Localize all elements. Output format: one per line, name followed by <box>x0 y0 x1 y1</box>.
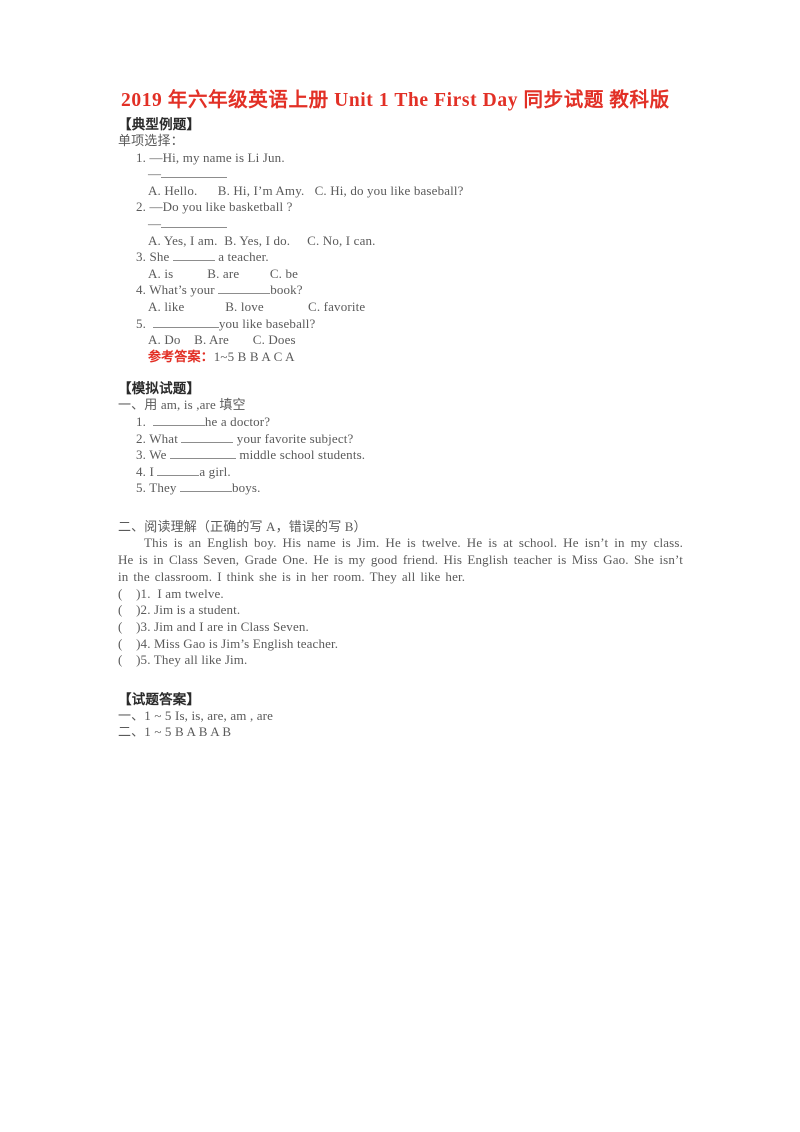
fill-item-2-before: What <box>149 430 182 446</box>
fill-item-4-before: I <box>149 463 158 479</box>
question-1-options: A. Hello. B. Hi, I’m Amy. C. Hi, do you … <box>148 182 464 198</box>
fill-item-5: 5. They boys. <box>118 480 683 497</box>
question-5-text-after: you like baseball? <box>218 315 316 331</box>
answer-line-part-one: 一、1 ~ 5 Is, is, are, am , are <box>118 707 274 723</box>
reading-passage: This is an English boy. His name is Jim.… <box>118 535 683 585</box>
true-false-item-3[interactable]: ( )3. Jim and I are in Class Seven. <box>118 619 683 636</box>
fill-item-2-after: your favorite subject? <box>233 430 354 446</box>
question-3-stem: 3. She a teacher. <box>118 249 683 266</box>
document-page: 2019 年六年级英语上册 Unit 1 The First Day 同步试题 … <box>0 0 800 1132</box>
question-2-text: —Do you like basketball ? <box>149 199 293 215</box>
fill-item-1-before <box>149 414 152 429</box>
fill-item-5-before: They <box>149 480 180 496</box>
fill-item-1-number: 1. <box>136 413 147 429</box>
question-5-number: 5. <box>136 315 147 331</box>
fill-item-3-number: 3. <box>136 447 147 463</box>
reference-answer-line: 参考答案：1~5 B B A C A <box>118 349 683 366</box>
part-two-title: 二、阅读理解（正确的写 A，错误的写 B） <box>118 518 367 534</box>
question-3-number: 3. <box>136 249 147 265</box>
question-4-options: A. like B. love C. favorite <box>148 298 366 314</box>
answer-blank[interactable] <box>152 424 205 426</box>
fill-item-3: 3. We middle school students. <box>118 447 683 464</box>
section-heading-mock-exam: 【模拟试题】 <box>118 381 201 397</box>
fill-item-2-number: 2. <box>136 430 147 446</box>
part-one-title: 一、用 am, is ,are 填空 <box>118 397 246 413</box>
question-1-number: 1. <box>136 149 147 165</box>
answer-line-part-two: 二、1 ~ 5 B A B A B <box>118 724 232 740</box>
fill-item-2: 2. What your favorite subject? <box>118 431 683 448</box>
answer-blank[interactable] <box>161 177 228 179</box>
page-title: 2019 年六年级英语上册 Unit 1 The First Day 同步试题 … <box>121 90 670 111</box>
question-4-text-before: What’s your <box>149 282 219 298</box>
question-2-options: A. Yes, I am. B. Yes, I do. C. No, I can… <box>148 232 376 248</box>
fill-item-3-before: We <box>149 447 170 463</box>
question-1-stem: 1. —Hi, my name is Li Jun. <box>118 150 683 167</box>
reference-answer-value: 1~5 B B A C A <box>213 348 295 364</box>
question-3-text-after: a teacher. <box>214 249 269 265</box>
question-5-stem: 5. you like baseball? <box>118 316 683 333</box>
subheading-multiple-choice: 单项选择： <box>118 133 184 148</box>
question-5-text-before <box>149 316 152 331</box>
section-heading-answers: 【试题答案】 <box>118 691 201 707</box>
question-4-stem: 4. What’s your book? <box>118 282 683 299</box>
question-3-options: A. is B. are C. be <box>148 265 299 281</box>
fill-item-1-after: he a doctor? <box>204 413 271 429</box>
true-false-item-4[interactable]: ( )4. Miss Gao is Jim’s English teacher. <box>118 636 683 653</box>
fill-item-4-after: a girl. <box>199 463 231 479</box>
question-2-number: 2. <box>136 199 147 215</box>
question-1-text: —Hi, my name is Li Jun. <box>149 149 285 165</box>
fill-item-4-number: 4. <box>136 463 147 479</box>
question-5-options: A. Do B. Are C. Does <box>148 332 296 348</box>
question-4-number: 4. <box>136 282 147 298</box>
answer-blank[interactable] <box>169 458 236 460</box>
answer-blank[interactable] <box>172 260 215 262</box>
answer-blank[interactable] <box>218 293 271 295</box>
question-4-text-after: book? <box>270 282 303 298</box>
question-2-reply-blank: — <box>118 216 683 233</box>
answer-blank[interactable] <box>181 441 234 443</box>
question-3-text-before: She <box>149 249 173 265</box>
reference-answer-label: 参考答案： <box>148 348 214 364</box>
true-false-item-1[interactable]: ( )1. I am twelve. <box>118 586 683 603</box>
answer-blank[interactable] <box>161 226 228 228</box>
true-false-item-5[interactable]: ( )5. They all like Jim. <box>118 652 683 669</box>
question-2-dash: — <box>148 215 162 231</box>
fill-item-3-after: middle school students. <box>235 447 366 463</box>
fill-item-5-after: boys. <box>231 480 261 496</box>
fill-item-1: 1. he a doctor? <box>118 414 683 431</box>
answer-blank[interactable] <box>157 474 200 476</box>
answer-blank[interactable] <box>179 491 232 493</box>
fill-item-4: 4. I a girl. <box>118 464 683 481</box>
question-1-reply-blank: — <box>118 166 683 183</box>
fill-item-5-number: 5. <box>136 480 147 496</box>
question-1-dash: — <box>148 166 162 182</box>
question-2-stem: 2. —Do you like basketball ? <box>118 199 683 216</box>
reading-passage-text: This is an English boy. His name is Jim.… <box>118 535 683 585</box>
section-heading-typical-examples: 【典型例题】 <box>118 117 201 132</box>
answer-blank[interactable] <box>152 326 219 328</box>
true-false-item-2[interactable]: ( )2. Jim is a student. <box>118 602 683 619</box>
